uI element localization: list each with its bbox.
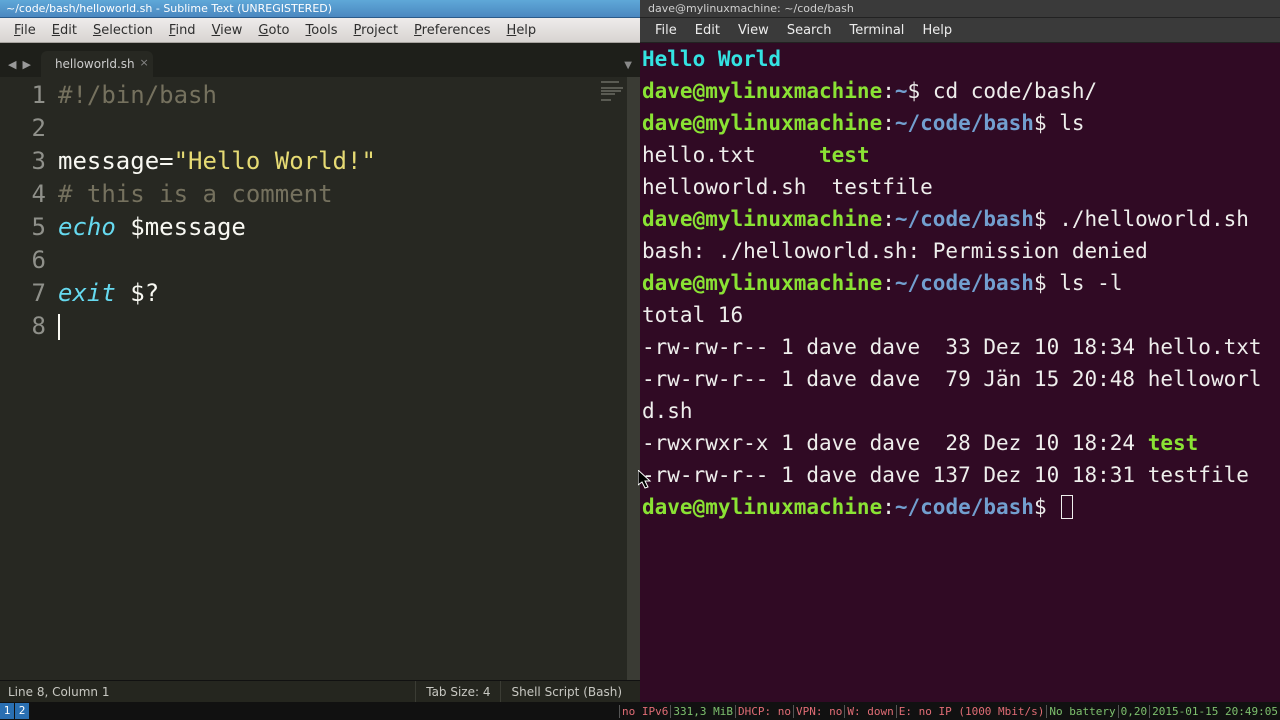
menu-view[interactable]: View	[204, 23, 251, 38]
menu-edit[interactable]: Edit	[44, 23, 85, 38]
statusbar-item: W: down	[844, 705, 895, 718]
menu-view[interactable]: View	[729, 23, 778, 38]
minimap[interactable]	[597, 77, 627, 680]
statusbar-item: 2015-01-15 20:49:05	[1149, 705, 1280, 718]
tab-overflow-icon[interactable]: ▼	[624, 60, 632, 71]
menu-tools[interactable]: Tools	[298, 23, 346, 38]
statusbar-item: VPN: no	[793, 705, 844, 718]
sublime-editor[interactable]: 12345678 #!/bin/bash message="Hello Worl…	[0, 77, 640, 680]
menu-find[interactable]: Find	[161, 23, 204, 38]
sublime-menubar: FileEditSelectionFindViewGotoToolsProjec…	[0, 18, 640, 43]
menu-edit[interactable]: Edit	[686, 23, 729, 38]
menu-preferences[interactable]: Preferences	[406, 23, 498, 38]
sublime-tabrow: ◀ ▶ helloworld.sh × ▼	[0, 43, 640, 77]
menu-file[interactable]: File	[6, 23, 44, 38]
menu-terminal[interactable]: Terminal	[840, 23, 913, 38]
status-tabsize[interactable]: Tab Size: 4	[415, 681, 500, 702]
workspace-2-button[interactable]: 2	[15, 703, 29, 719]
close-icon[interactable]: ×	[139, 56, 148, 69]
statusbar-item: 0,20	[1118, 705, 1150, 718]
statusbar-item: no IPv6	[619, 705, 670, 718]
menu-help[interactable]: Help	[499, 23, 545, 38]
terminal-titlebar: dave@mylinuxmachine: ~/code/bash	[640, 0, 1280, 18]
menu-search[interactable]: Search	[778, 23, 841, 38]
statusbar-item: E: no IP (1000 Mbit/s)	[896, 705, 1047, 718]
menu-help[interactable]: Help	[913, 23, 961, 38]
line-gutter: 12345678	[0, 77, 58, 680]
statusbar-item: No battery	[1046, 705, 1117, 718]
status-position[interactable]: Line 8, Column 1	[8, 681, 120, 702]
statusbar-item: DHCP: no	[735, 705, 793, 718]
tab-nav-back-icon[interactable]: ◀	[0, 58, 22, 77]
terminal-menubar: FileEditViewSearchTerminalHelp	[640, 18, 1280, 43]
taskbar: 1 2 no IPv6331,3 MiBDHCP: noVPN: noW: do…	[0, 702, 1280, 720]
menu-goto[interactable]: Goto	[250, 23, 297, 38]
statusbar-item: 331,3 MiB	[670, 705, 735, 718]
terminal-body[interactable]: Hello Worlddave@mylinuxmachine:~$ cd cod…	[640, 43, 1280, 702]
sublime-titlebar: ~/code/bash/helloworld.sh - Sublime Text…	[0, 0, 640, 18]
sublime-statusbar: Line 8, Column 1 Tab Size: 4 Shell Scrip…	[0, 680, 640, 702]
status-syntax[interactable]: Shell Script (Bash)	[500, 681, 632, 702]
tab-nav-forward-icon[interactable]: ▶	[22, 58, 36, 77]
scrollbar[interactable]	[627, 77, 640, 680]
tab-helloworld[interactable]: helloworld.sh ×	[41, 51, 153, 77]
tab-label: helloworld.sh	[55, 57, 135, 71]
menu-project[interactable]: Project	[346, 23, 407, 38]
menu-file[interactable]: File	[646, 23, 686, 38]
menu-selection[interactable]: Selection	[85, 23, 161, 38]
sublime-window: ~/code/bash/helloworld.sh - Sublime Text…	[0, 0, 640, 702]
code-area[interactable]: #!/bin/bash message="Hello World!"# this…	[58, 77, 597, 680]
workspace-1-button[interactable]: 1	[0, 703, 14, 719]
terminal-window: dave@mylinuxmachine: ~/code/bash FileEdi…	[640, 0, 1280, 702]
